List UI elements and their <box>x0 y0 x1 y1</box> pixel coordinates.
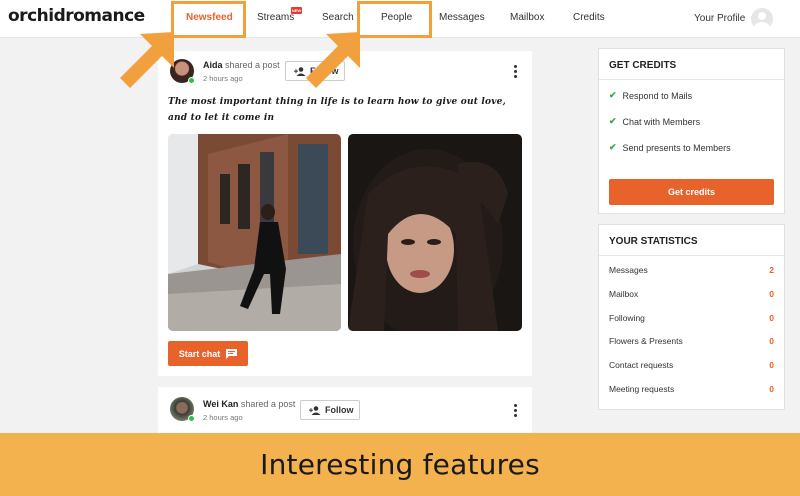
stat-row-messages[interactable]: Messages 2 <box>609 265 774 275</box>
follow-button[interactable]: Follow <box>300 400 360 420</box>
author-action: shared a post <box>240 399 296 409</box>
site-logo[interactable]: orchidromance <box>8 0 145 26</box>
profile-avatar-icon[interactable] <box>751 8 773 30</box>
online-indicator <box>188 77 195 84</box>
checkmark-icon: ✔ <box>609 90 617 100</box>
pointer-arrow-icon <box>306 32 360 88</box>
post-author: Wei Kan shared a post <box>203 399 295 409</box>
credits-panel-title: GET CREDITS <box>609 60 677 71</box>
start-chat-button[interactable]: Start chat <box>168 341 248 366</box>
credit-item-label: Respond to Mails <box>622 90 693 101</box>
divider <box>599 255 784 256</box>
credit-item-label: Chat with Members <box>622 116 701 127</box>
street-photo-image <box>168 134 341 331</box>
credit-item: ✔ Chat with Members <box>609 116 700 127</box>
stat-value: 2 <box>769 265 774 275</box>
post-menu-icon[interactable] <box>514 404 517 419</box>
banner-text: Interesting features <box>260 448 540 481</box>
nav-messages[interactable]: Messages <box>439 12 485 23</box>
stat-value: 0 <box>769 384 774 394</box>
stat-label: Mailbox <box>609 289 639 299</box>
author-name[interactable]: Wei Kan <box>203 399 238 409</box>
post-author: Aida shared a post <box>203 60 280 70</box>
pointer-arrow-icon <box>120 32 174 88</box>
author-action: shared a post <box>225 60 280 70</box>
add-user-icon <box>309 405 321 415</box>
nav-mailbox[interactable]: Mailbox <box>510 12 544 23</box>
stat-row-mailbox[interactable]: Mailbox 0 <box>609 289 774 299</box>
online-indicator <box>188 415 195 422</box>
statistics-panel: YOUR STATISTICS Messages 2 Mailbox 0 Fol… <box>598 224 785 410</box>
stat-label: Flowers & Presents <box>609 336 683 346</box>
credit-item: ✔ Respond to Mails <box>609 90 692 101</box>
post-menu-icon[interactable] <box>514 65 517 80</box>
get-credits-button[interactable]: Get credits <box>609 179 774 205</box>
stat-label: Messages <box>609 265 648 275</box>
stat-value: 0 <box>769 360 774 370</box>
post-photo-1[interactable] <box>168 134 341 331</box>
your-profile-link[interactable]: Your Profile <box>694 13 745 24</box>
stat-label: Following <box>609 313 645 323</box>
stat-row-flowers-presents[interactable]: Flowers & Presents 0 <box>609 336 774 346</box>
nav-streams[interactable]: Streams <box>257 12 294 23</box>
newsfeed-highlight <box>171 1 246 38</box>
stat-row-following[interactable]: Following 0 <box>609 313 774 323</box>
nav-search[interactable]: Search <box>322 12 354 23</box>
stat-label: Meeting requests <box>609 384 675 394</box>
credit-item-label: Send presents to Members <box>622 142 731 153</box>
credit-item: ✔ Send presents to Members <box>609 142 731 153</box>
post-card: Wei Kan shared a post 2 hours ago Follow <box>158 387 532 437</box>
stat-row-contact-requests[interactable]: Contact requests 0 <box>609 360 774 370</box>
stat-row-meeting-requests[interactable]: Meeting requests 0 <box>609 384 774 394</box>
caption-banner: Interesting features <box>0 433 800 496</box>
nav-credits[interactable]: Credits <box>573 12 605 23</box>
statistics-panel-title: YOUR STATISTICS <box>609 236 698 247</box>
checkmark-icon: ✔ <box>609 142 617 152</box>
get-credits-panel: GET CREDITS ✔ Respond to Mails ✔ Chat wi… <box>598 48 785 214</box>
logo-text: orchidromance <box>8 6 145 26</box>
post-time: 2 hours ago <box>203 413 243 422</box>
post-card: Aida shared a post 2 hours ago Follow Th… <box>158 51 532 376</box>
chat-bubble-icon <box>226 348 238 359</box>
new-badge: NEW <box>291 7 302 14</box>
checkmark-icon: ✔ <box>609 116 617 126</box>
divider <box>599 79 784 80</box>
people-highlight <box>357 1 432 38</box>
author-name[interactable]: Aida <box>203 60 223 70</box>
stat-value: 0 <box>769 289 774 299</box>
post-photo-2[interactable] <box>348 134 522 331</box>
stat-value: 0 <box>769 336 774 346</box>
stat-label: Contact requests <box>609 360 674 370</box>
portrait-photo-image <box>348 134 522 331</box>
start-chat-label: Start chat <box>178 348 221 359</box>
post-time: 2 hours ago <box>203 74 243 83</box>
post-text: The most important thing in life is to l… <box>168 97 506 123</box>
stat-value: 0 <box>769 313 774 323</box>
follow-label: Follow <box>325 405 354 415</box>
